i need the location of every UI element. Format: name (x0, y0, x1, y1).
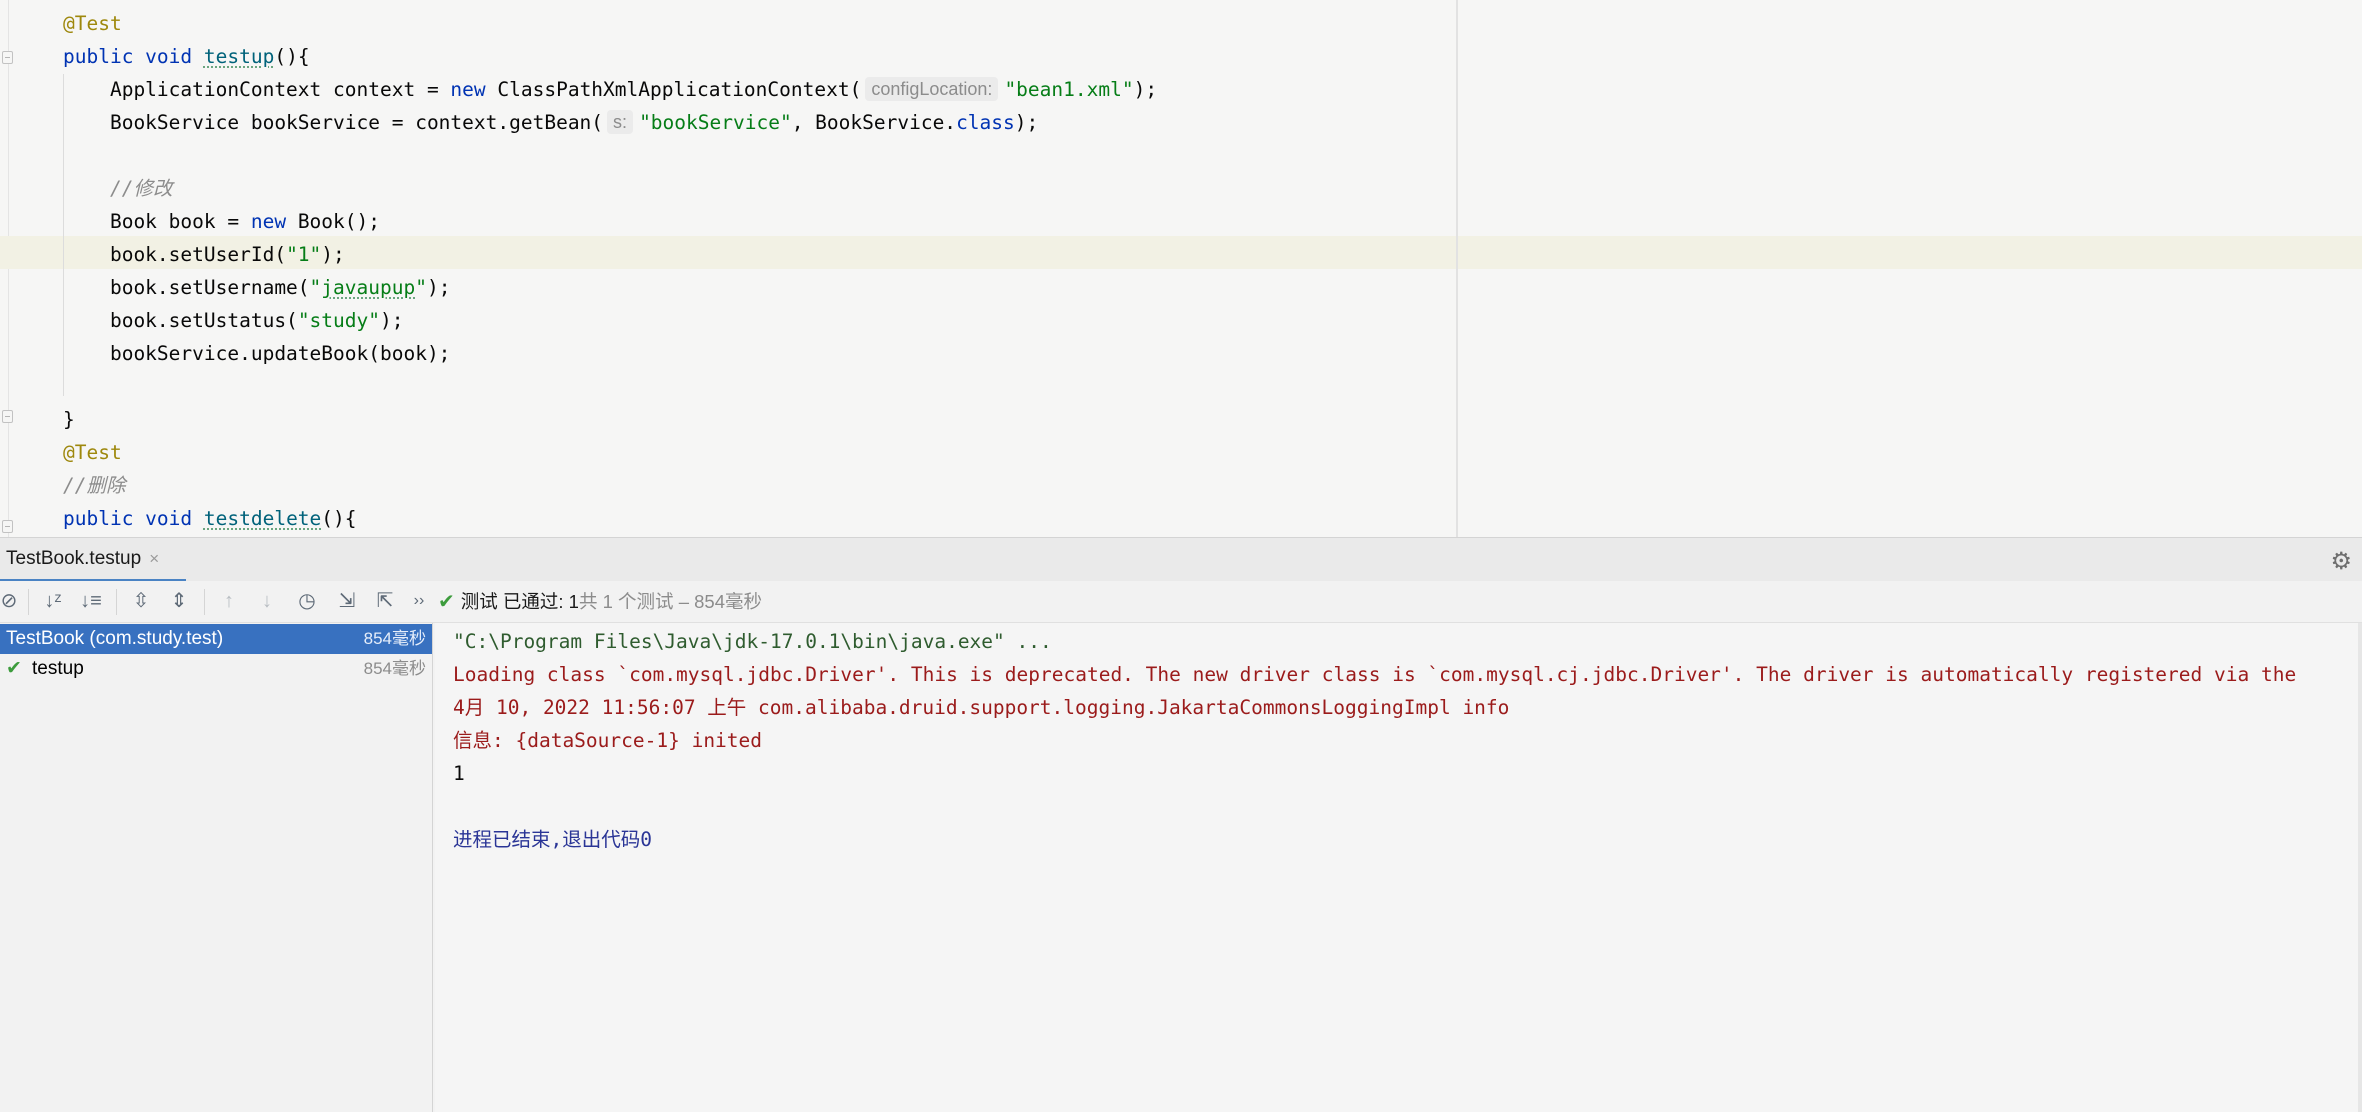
import-tests-icon[interactable]: ⇲ (334, 587, 360, 615)
code-token: Book book = (63, 210, 251, 233)
code-token: testdelete (203, 507, 322, 530)
fold-marker-icon[interactable] (2, 410, 13, 423)
run-tab-label: TestBook.testup (6, 548, 142, 569)
code-token: (){ (321, 507, 357, 530)
collapse-all-icon[interactable]: ⇕ (166, 587, 192, 615)
code-token: ); (426, 276, 451, 299)
console-line: 4月 10, 2022 11:56:07 上午 com.alibaba.drui… (453, 696, 1510, 719)
test-runner-toolbar: ⊘ ↓ᶻ ↓≡ ⇳ ⇕ ↑ ↓ ◷ ⇲ ⇱ ›› ✔ 测试 已通过: 1共 1 个… (0, 581, 2362, 623)
console-scrollbar[interactable] (2358, 623, 2362, 1112)
passed-check-icon: ✔ (6, 658, 22, 679)
code-line[interactable]: @Test (63, 436, 122, 469)
code-token: //修改 (63, 177, 173, 200)
run-panel-header: TestBook.testup × ⚙ (0, 537, 2362, 582)
stop-icon[interactable]: ⊘ (0, 587, 22, 615)
code-token: @Test (63, 12, 122, 35)
fold-marker-icon[interactable] (2, 51, 13, 64)
tree-row-test-method[interactable]: ✔ testup 854毫秒 (0, 654, 432, 684)
code-token: "bean1.xml" (1004, 78, 1134, 101)
test-history-icon[interactable]: ◷ (294, 587, 320, 615)
code-token: new (250, 210, 298, 233)
code-token: } (63, 408, 75, 431)
code-token: public void (63, 507, 204, 530)
code-line[interactable]: book.setUsername("javaupup"); (63, 271, 451, 304)
code-token: testup (203, 45, 275, 68)
code-line[interactable]: public void testdelete(){ (63, 502, 357, 535)
parameter-hint: s: (607, 110, 634, 134)
right-margin-guide (1456, 0, 1458, 537)
console-line: Loading class `com.mysql.jdbc.Driver'. T… (453, 663, 2297, 686)
expand-all-icon[interactable]: ⇳ (128, 587, 154, 615)
code-token: class (956, 111, 1015, 134)
code-token: " (309, 276, 322, 299)
code-token: ); (321, 243, 345, 266)
code-line[interactable]: Book book = new Book(); (63, 205, 380, 238)
code-token: "bookService" (639, 111, 792, 134)
code-line[interactable]: bookService.updateBook(book); (63, 337, 450, 370)
code-line[interactable]: @Test (63, 7, 122, 40)
code-token: ); (1014, 111, 1039, 134)
parameter-hint: configLocation: (865, 77, 999, 101)
code-token: (){ (274, 45, 310, 68)
code-token: Book(); (297, 210, 380, 233)
code-editor[interactable]: @Test public void testup(){ ApplicationCo… (0, 0, 2362, 537)
previous-failed-test-icon[interactable]: ↑ (216, 587, 242, 615)
passed-check-icon: ✔ (438, 591, 455, 613)
sort-by-duration-icon[interactable]: ↓≡ (78, 587, 104, 615)
code-line[interactable]: book.setUserId("1"); (63, 238, 345, 271)
console-line: 进程已结束,退出代码0 (453, 828, 652, 851)
code-token: javaupup (321, 276, 416, 299)
code-token: book.setUserId( (63, 243, 287, 266)
status-detail: 共 1 个测试 – 854毫秒 (578, 591, 762, 612)
code-token: ClassPathXmlApplicationContext( (497, 78, 862, 101)
test-status: ✔ 测试 已通过: 1共 1 个测试 – 854毫秒 (438, 581, 762, 623)
tree-row-test-class[interactable]: TestBook (com.study.test) 854毫秒 (0, 624, 432, 654)
code-line[interactable]: book.setUstatus("study"); (63, 304, 404, 337)
code-token: new (450, 78, 498, 101)
code-token: @Test (63, 441, 122, 464)
console-line: 信息: {dataSource-1} inited (453, 729, 763, 752)
export-results-icon[interactable]: ⇱ (372, 587, 398, 615)
code-token: ApplicationContext context = (63, 78, 451, 101)
toolbar-separator (204, 589, 205, 615)
next-failed-test-icon[interactable]: ↓ (254, 587, 280, 615)
code-token: book.setUsername( (63, 276, 310, 299)
tree-row-label: testup (32, 658, 84, 679)
more-actions-icon[interactable]: ›› (406, 587, 432, 615)
current-line-highlight (0, 236, 2362, 269)
status-summary: 测试 已通过: 1 (460, 591, 579, 612)
test-results-tree: TestBook (com.study.test) 854毫秒 ✔ testup… (0, 623, 433, 1112)
fold-marker-icon[interactable] (2, 520, 13, 533)
code-token: public void (63, 45, 204, 68)
code-token: , BookService. (791, 111, 957, 134)
code-token: book.setUstatus( (63, 309, 298, 332)
code-line[interactable]: //删除 (63, 469, 125, 502)
tree-row-duration: 854毫秒 (363, 659, 426, 678)
code-line[interactable]: } (63, 403, 75, 436)
code-token: bookService.updateBook(book); (63, 342, 451, 365)
code-token: "1" (286, 243, 322, 266)
run-tab[interactable]: TestBook.testup × (0, 538, 186, 582)
code-line[interactable]: //修改 (63, 172, 173, 205)
code-line[interactable]: public void testup(){ (63, 40, 310, 73)
code-token: ); (380, 309, 404, 332)
code-line[interactable]: BookService bookService = context.getBea… (63, 106, 1038, 139)
toolbar-separator (28, 589, 29, 615)
gear-icon[interactable]: ⚙ (2330, 547, 2352, 576)
sort-alphabetically-icon[interactable]: ↓ᶻ (40, 587, 66, 615)
console-line: 1 (453, 762, 465, 785)
toolbar-separator (116, 589, 117, 615)
code-token: //删除 (63, 474, 126, 497)
code-token: ); (1133, 78, 1158, 101)
close-tab-icon[interactable]: × (149, 549, 159, 568)
code-token: "study" (297, 309, 380, 332)
console-line[interactable]: "C:\Program Files\Java\jdk-17.0.1\bin\ja… (453, 625, 1052, 658)
console-output[interactable]: "C:\Program Files\Java\jdk-17.0.1\bin\ja… (435, 623, 2362, 1112)
code-line[interactable]: ApplicationContext context = new ClassPa… (63, 73, 1157, 106)
tree-row-duration: 854毫秒 (363, 629, 426, 648)
code-token: BookService bookService = context.getBea… (63, 111, 604, 134)
tree-row-label: TestBook (com.study.test) (6, 628, 224, 649)
code-token: " (415, 276, 427, 299)
